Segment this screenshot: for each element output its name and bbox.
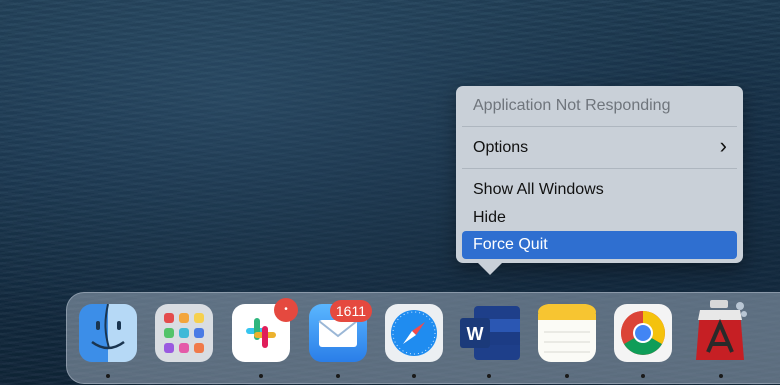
word-icon[interactable]: W: [460, 304, 520, 362]
notes-icon[interactable]: [538, 304, 596, 362]
chevron-right-icon: ›: [719, 133, 727, 158]
notification-badge: •: [274, 298, 298, 322]
menu-item-force-quit[interactable]: Force Quit: [462, 231, 737, 259]
finder-icon[interactable]: [79, 303, 137, 362]
running-indicator: [336, 374, 340, 378]
running-indicator: [565, 374, 569, 378]
svg-text:W: W: [467, 324, 484, 344]
menu-title: Application Not Responding: [473, 97, 671, 114]
safari-icon[interactable]: [385, 304, 443, 362]
running-indicator: [412, 374, 416, 378]
running-indicator: [487, 374, 491, 378]
running-indicator: [641, 374, 645, 378]
menu-item-hide[interactable]: Hide: [473, 208, 506, 228]
menu-item-options[interactable]: Options: [473, 138, 528, 158]
slack-icon[interactable]: •: [232, 298, 298, 362]
launchpad-icon[interactable]: [155, 304, 213, 362]
menu-separator: [462, 126, 737, 127]
mail-icon[interactable]: 1611: [309, 300, 372, 362]
acrobat-icon[interactable]: [692, 300, 750, 362]
running-indicator: [259, 374, 263, 378]
running-indicator: [719, 374, 723, 378]
notification-badge: 1611: [329, 300, 372, 322]
chrome-icon[interactable]: [614, 304, 672, 362]
app-context-menu: Application Not Responding Options › Sho…: [456, 86, 743, 275]
running-indicator: [106, 374, 110, 378]
menu-item-show-all-windows[interactable]: Show All Windows: [473, 180, 604, 200]
menu-separator: [462, 168, 737, 169]
menu-item-force-quit-label: Force Quit: [473, 236, 548, 253]
